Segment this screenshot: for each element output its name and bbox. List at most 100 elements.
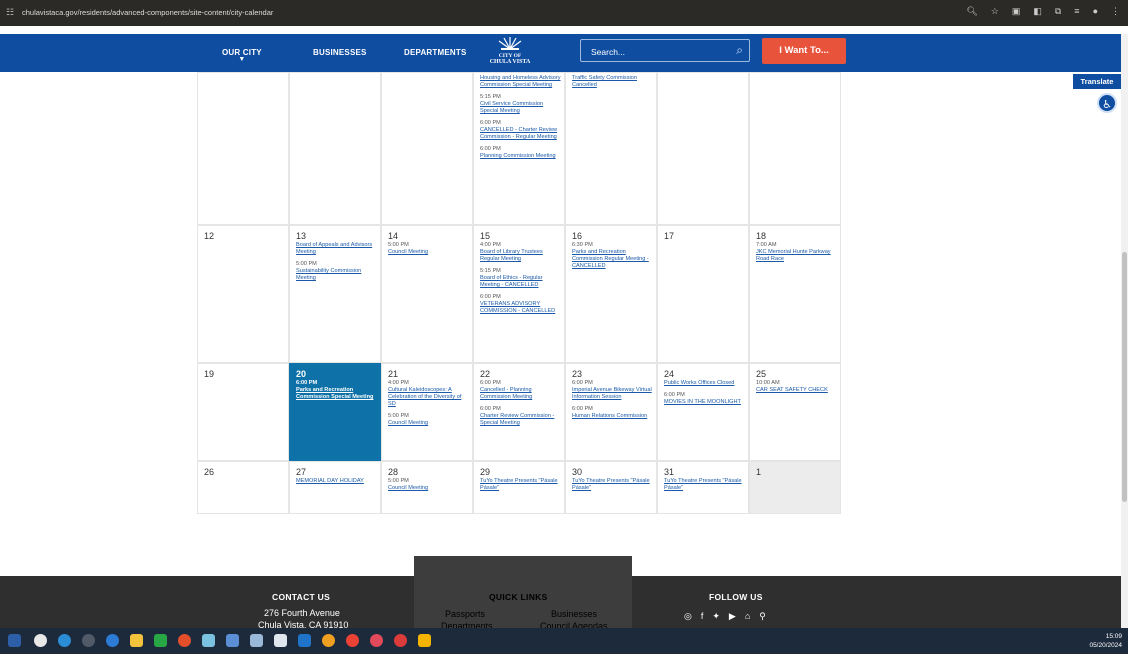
quick-link-businesses[interactable]: Businesses: [551, 609, 597, 619]
event-link[interactable]: Cancelled - Planning Commission Meeting: [480, 387, 562, 401]
event-link[interactable]: Planning Commission Meeting: [480, 153, 562, 160]
day-number: 22: [480, 369, 491, 379]
calendar-day-cell: 25 10:00 AM CAR SEAT SAFETY CHECK: [749, 363, 841, 461]
calendar-event: 5:00 PM Council Meeting: [388, 242, 470, 256]
system-clock[interactable]: 15:09 05/20/2024: [1089, 632, 1122, 650]
accessibility-icon[interactable]: ♿︎: [1097, 93, 1117, 113]
address-bar[interactable]: chulavistaca.gov/residents/advanced-comp…: [22, 8, 273, 17]
event-link[interactable]: CAR SEAT SAFETY CHECK: [756, 387, 838, 394]
event-link[interactable]: MEMORIAL DAY HOLIDAY: [296, 478, 378, 485]
calendar-day-cell: 12: [197, 225, 289, 363]
notepad-icon[interactable]: [274, 634, 287, 647]
event-time: 5:00 PM: [388, 242, 409, 248]
site-info-icon[interactable]: ☷: [6, 7, 14, 18]
reading-list-icon[interactable]: ≡: [1074, 6, 1079, 17]
calendar-event: 5:15 PM Civil Service Commission Special …: [480, 94, 562, 115]
calendar-event: 6:00 PM Imperial Avenue Bikeway Virtual I…: [572, 380, 654, 401]
file-explorer-icon[interactable]: [130, 634, 143, 647]
event-link[interactable]: Parks and Recreation Commission Regular …: [572, 249, 654, 270]
event-link[interactable]: Board of Library Trustees Regular Meetin…: [480, 249, 562, 263]
day-number: 29: [480, 467, 491, 477]
day-events: 7:00 AM JKC Memorial Hunte Parkway Road R…: [756, 242, 838, 268]
event-link[interactable]: Housing and Homeless Advisory Commission…: [480, 75, 562, 89]
event-link[interactable]: Traffic Safety Commission Cancelled: [572, 75, 654, 89]
event-link[interactable]: Council Meeting: [388, 249, 470, 256]
instagram-icon[interactable]: ◎: [684, 611, 692, 622]
event-link[interactable]: Cultural Kaleidoscopes: A Celebration of…: [388, 387, 470, 408]
nextdoor-icon[interactable]: ⌂: [745, 611, 750, 622]
event-link[interactable]: MOVIES IN THE MOONLIGHT: [664, 399, 746, 406]
chrome-icon-3[interactable]: [370, 634, 383, 647]
event-link[interactable]: TuYo Theatre Presents "Pásale Pásale": [480, 478, 562, 492]
app-icon-7[interactable]: [298, 634, 311, 647]
media-icon[interactable]: [154, 634, 167, 647]
day-number: 14: [388, 231, 399, 241]
nav-departments[interactable]: DEPARTMENTS: [404, 48, 467, 57]
bookmark-star-icon[interactable]: ☆: [991, 6, 999, 17]
twitter-icon[interactable]: ✦: [712, 611, 720, 622]
quick-link-passports[interactable]: Passports: [445, 609, 485, 619]
edge-icon[interactable]: [58, 634, 71, 647]
event-link[interactable]: Human Relations Commission: [572, 413, 654, 420]
app-icon-8[interactable]: [418, 634, 431, 647]
day-events: TuYo Theatre Presents "Pásale Pásale": [572, 478, 654, 497]
event-link[interactable]: Board of Ethics - Regular Meeting - CANC…: [480, 275, 562, 289]
chrome-icon-4[interactable]: [394, 634, 407, 647]
event-link[interactable]: Council Meeting: [388, 420, 470, 427]
app-icon-4[interactable]: [202, 634, 215, 647]
zoom-icon[interactable]: 🔍︎: [966, 6, 977, 17]
i-want-to-button[interactable]: I Want To...: [762, 38, 846, 64]
extensions-puzzle-icon[interactable]: ⧉: [1055, 6, 1061, 17]
chrome-icon-1[interactable]: [322, 634, 335, 647]
event-link[interactable]: TuYo Theatre Presents "Pásale Pásale": [664, 478, 746, 492]
event-link[interactable]: CANCELLED - Charter Review Commission - …: [480, 127, 562, 141]
event-link[interactable]: Parks and Recreation Commission Special …: [296, 387, 378, 401]
city-logo[interactable]: CITY OF CHULA VISTA: [484, 36, 536, 70]
calendar-event: TuYo Theatre Presents "Pásale Pásale": [664, 478, 746, 492]
calendar-event: 4:00 PM Cultural Kaleidoscopes: A Celebra…: [388, 380, 470, 408]
event-link[interactable]: Charter Review Commission - Special Meet…: [480, 413, 562, 427]
menu-kebab-icon[interactable]: ⋮: [1111, 6, 1120, 17]
chrome-icon-2[interactable]: [346, 634, 359, 647]
event-link[interactable]: Board of Appeals and Advisors Meeting: [296, 242, 378, 256]
event-link[interactable]: Sustainability Commission Meeting: [296, 268, 378, 282]
app-icon-3[interactable]: [178, 634, 191, 647]
search-icon[interactable]: ⌕: [736, 43, 743, 58]
app-icon-2[interactable]: [106, 634, 119, 647]
app-icon-1[interactable]: [82, 634, 95, 647]
event-link[interactable]: Council Meeting: [388, 485, 470, 492]
calendar-event: 6:00 PM Human Relations Commission: [572, 406, 654, 420]
calendar-event: Traffic Safety Commission Cancelled: [572, 75, 654, 89]
start-icon[interactable]: [8, 634, 21, 647]
location-pin-icon[interactable]: ⚲: [759, 611, 766, 622]
nav-our-city[interactable]: OUR CITY ▼: [222, 48, 262, 63]
event-link[interactable]: Public Works Offices Closed: [664, 380, 746, 387]
facebook-icon[interactable]: f: [701, 611, 704, 622]
follow-heading: FOLLOW US: [709, 592, 763, 602]
event-link[interactable]: JKC Memorial Hunte Parkway Road Race: [756, 249, 838, 263]
event-time: 5:00 PM: [388, 413, 409, 419]
browser-actions: 🔍︎ ☆ ▣ ◧ ⧉ ≡ ● ⋮: [966, 6, 1120, 17]
search-input[interactable]: Search... ⌕: [580, 39, 750, 62]
calendar-day-cell: 20 6:00 PM Parks and Recreation Commission…: [289, 363, 381, 461]
search-taskbar-icon[interactable]: [34, 634, 47, 647]
extension-icon[interactable]: ▣: [1012, 6, 1021, 17]
extension-icon-2[interactable]: ◧: [1033, 6, 1042, 17]
calendar-day-cell: 13 Board of Appeals and Advisors Meeting 5…: [289, 225, 381, 363]
event-link[interactable]: VETERANS ADVISORY COMMISSION - CANCELLED: [480, 301, 562, 315]
nav-businesses[interactable]: BUSINESSES: [313, 48, 367, 57]
event-link[interactable]: Civil Service Commission Special Meeting: [480, 101, 562, 115]
scrollbar-thumb[interactable]: [1122, 252, 1127, 502]
browser-toolbar: ☷ chulavistaca.gov/residents/advanced-co…: [0, 0, 1128, 26]
calendar-event: 5:15 PM Board of Ethics - Regular Meeting…: [480, 268, 562, 289]
app-icon-6[interactable]: [250, 634, 263, 647]
day-number: 17: [664, 231, 675, 241]
calendar-event: 6:00 PM Planning Commission Meeting: [480, 146, 562, 160]
event-link[interactable]: TuYo Theatre Presents "Pásale Pásale": [572, 478, 654, 492]
event-link[interactable]: Imperial Avenue Bikeway Virtual Informat…: [572, 387, 654, 401]
profile-icon[interactable]: ●: [1093, 6, 1098, 17]
youtube-icon[interactable]: ▶: [729, 611, 736, 622]
app-icon-5[interactable]: [226, 634, 239, 647]
translate-button[interactable]: Translate: [1073, 74, 1121, 89]
day-number: 13: [296, 231, 307, 241]
